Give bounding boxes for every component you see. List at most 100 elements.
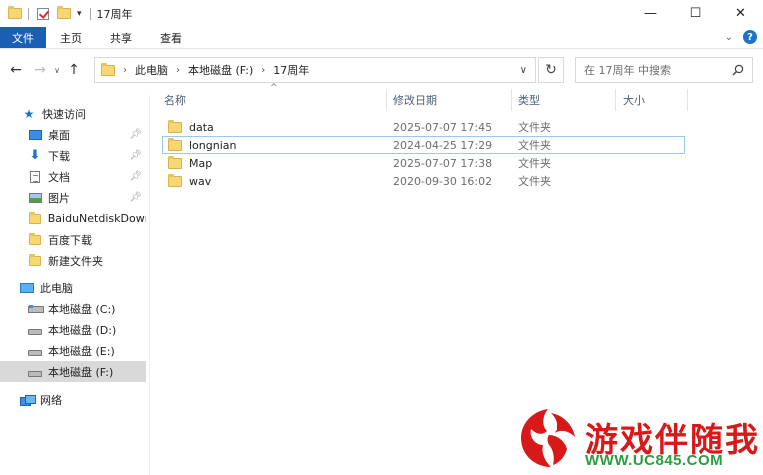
sidebar-network[interactable]: 网络 [0, 389, 146, 410]
file-modified: 2025-07-07 17:38 [393, 156, 493, 170]
download-icon: ⬇ [29, 148, 41, 163]
folder-icon [28, 211, 41, 224]
file-row-data[interactable]: data 2025-07-07 17:45 文件夹 [162, 118, 685, 136]
navigation-bar: ← → ∨ ↑ › 此电脑 › 本地磁盘 (F:) › 17周年 ∨ ↻ [0, 55, 763, 85]
sidebar-item-drive-e[interactable]: 本地磁盘 (E:) [0, 340, 146, 361]
sort-ascending-icon: ^ [270, 83, 278, 93]
window-title: 17周年 [96, 7, 133, 21]
forward-arrow-icon[interactable]: → [30, 62, 50, 78]
recent-locations-chevron-icon[interactable]: ∨ [50, 66, 64, 75]
column-header-modified[interactable]: 修改日期 [393, 87, 437, 113]
breadcrumb-chevron-icon[interactable]: › [261, 65, 265, 76]
up-arrow-icon[interactable]: ↑ [64, 62, 84, 78]
sidebar-item-baidunetdisk[interactable]: BaiduNetdiskDownl [0, 208, 146, 229]
column-divider[interactable] [687, 89, 688, 111]
watermark-url: WWW.UC845.COM [585, 452, 724, 469]
pin-icon[interactable]: 📌︎ [129, 150, 142, 161]
address-folder-icon [101, 62, 115, 76]
file-type: 文件夹 [518, 139, 551, 152]
file-name: wav [189, 174, 212, 188]
sidebar-item-downloads[interactable]: ⬇ 下载 📌︎ [0, 145, 146, 166]
customize-toolbar-chevron-icon[interactable]: ▾ [77, 9, 82, 19]
expand-ribbon-chevron-icon[interactable]: ⌄ [725, 32, 733, 43]
folder-icon [168, 155, 182, 169]
sidebar-item-label: 本地磁盘 (D:) [48, 323, 117, 337]
file-name: longnian [189, 138, 237, 152]
navigation-pane: ★ 快速访问 桌面 📌︎ ⬇ 下载 📌︎ 文档 📌︎ 图片 📌︎ BaiduNe… [0, 95, 150, 475]
column-divider[interactable] [615, 89, 616, 111]
sidebar-item-label: 快速访问 [42, 107, 86, 121]
pin-icon[interactable]: 📌︎ [129, 171, 142, 182]
drive-icon [28, 328, 42, 335]
file-modified: 2025-07-07 17:45 [393, 120, 493, 134]
new-folder-icon[interactable] [57, 6, 71, 19]
breadcrumb-current-folder[interactable]: 17周年 [273, 62, 309, 78]
help-icon[interactable]: ? [743, 30, 757, 44]
sidebar-item-label: 网络 [40, 393, 62, 407]
address-bar[interactable]: › 此电脑 › 本地磁盘 (F:) › 17周年 ∨ [94, 57, 536, 83]
column-header-type[interactable]: 类型 [518, 87, 540, 113]
star-icon: ★ [23, 106, 35, 121]
tab-home[interactable]: 主页 [46, 27, 96, 48]
document-icon [30, 170, 40, 183]
refresh-button[interactable]: ↻ [538, 57, 564, 83]
sidebar-item-desktop[interactable]: 桌面 📌︎ [0, 124, 146, 145]
sidebar-item-pictures[interactable]: 图片 📌︎ [0, 187, 146, 208]
file-row-longnian[interactable]: longnian 2024-04-25 17:29 文件夹 [162, 136, 685, 154]
desktop-icon [28, 129, 42, 140]
sidebar-quick-access[interactable]: ★ 快速访问 [0, 103, 146, 124]
column-header-size[interactable]: 大小 [623, 87, 645, 113]
column-header-name[interactable]: 名称 [164, 87, 186, 113]
back-arrow-icon[interactable]: ← [6, 62, 26, 78]
sidebar-item-drive-f[interactable]: 本地磁盘 (F:) [0, 361, 146, 382]
close-button[interactable]: ✕ [718, 0, 763, 27]
folder-icon [168, 119, 182, 133]
title-bar: ▾ 17周年 — ☐ ✕ [0, 0, 763, 27]
search-box[interactable] [575, 57, 753, 83]
sidebar-item-label: 新建文件夹 [48, 254, 103, 268]
file-row-map[interactable]: Map 2025-07-07 17:38 文件夹 [162, 154, 685, 172]
breadcrumb-this-pc[interactable]: 此电脑 [135, 62, 168, 78]
properties-icon[interactable] [37, 7, 49, 20]
title-separator [89, 7, 91, 20]
file-type: 文件夹 [518, 121, 551, 134]
maximize-button[interactable]: ☐ [673, 0, 718, 27]
computer-icon [20, 282, 34, 293]
minimize-button[interactable]: — [628, 0, 673, 27]
sidebar-item-label: 百度下载 [48, 233, 92, 247]
column-divider[interactable] [511, 89, 512, 111]
tab-view[interactable]: 查看 [146, 27, 196, 48]
column-divider[interactable] [386, 89, 387, 111]
sidebar-item-new-folder[interactable]: 新建文件夹 [0, 250, 146, 271]
folder-icon [168, 137, 182, 151]
folder-icon [168, 173, 182, 187]
sidebar-item-label: BaiduNetdiskDownl [47, 212, 146, 225]
pin-icon[interactable]: 📌︎ [129, 129, 142, 140]
breadcrumb-chevron-icon[interactable]: › [123, 65, 127, 76]
sidebar-this-pc[interactable]: 此电脑 [0, 277, 146, 298]
sidebar-item-label: 文档 [48, 170, 70, 184]
file-name: data [189, 120, 214, 134]
sidebar-item-documents[interactable]: 文档 📌︎ [0, 166, 146, 187]
sidebar-item-drive-c[interactable]: 本地磁盘 (C:) [0, 298, 146, 319]
file-modified: 2020-09-30 16:02 [393, 174, 493, 188]
sidebar-item-label: 此电脑 [40, 281, 73, 295]
folder-icon [8, 6, 22, 19]
file-modified: 2024-04-25 17:29 [393, 138, 493, 152]
pin-icon[interactable]: 📌︎ [129, 192, 142, 203]
file-type: 文件夹 [518, 175, 551, 188]
tab-file[interactable]: 文件 [0, 27, 46, 48]
sidebar-item-drive-d[interactable]: 本地磁盘 (D:) [0, 319, 146, 340]
breadcrumb-chevron-icon[interactable]: › [176, 65, 180, 76]
file-name: Map [189, 156, 213, 170]
drive-icon [28, 370, 42, 377]
sidebar-item-label: 下载 [48, 149, 70, 163]
sidebar-item-label: 本地磁盘 (F:) [48, 365, 114, 379]
address-dropdown-chevron-icon[interactable]: ∨ [520, 65, 527, 76]
breadcrumb-drive-f[interactable]: 本地磁盘 (F:) [188, 62, 253, 78]
search-input[interactable] [584, 63, 724, 77]
sidebar-item-label: 本地磁盘 (C:) [48, 302, 116, 316]
tab-share[interactable]: 共享 [96, 27, 146, 48]
file-row-wav[interactable]: wav 2020-09-30 16:02 文件夹 [162, 172, 685, 190]
sidebar-item-baidu-downloads[interactable]: 百度下载 [0, 229, 146, 250]
